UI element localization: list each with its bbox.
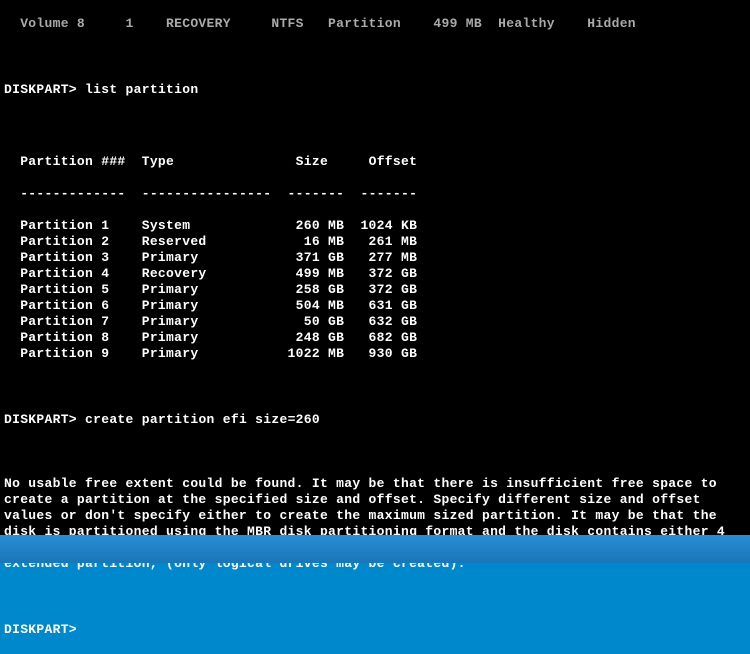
partition-row: Partition 2 Reserved 16 MB 261 MB bbox=[4, 234, 746, 250]
prompt-line-3[interactable]: DISKPART> bbox=[4, 622, 746, 638]
desktop-background bbox=[0, 535, 750, 563]
partition-row: Partition 5 Primary 258 GB 372 GB bbox=[4, 282, 746, 298]
partition-row: Partition 1 System 260 MB 1024 KB bbox=[4, 218, 746, 234]
partition-row: Partition 9 Primary 1022 MB 930 GB bbox=[4, 346, 746, 362]
command-list-partition: list partition bbox=[85, 82, 198, 97]
diskpart-prompt: DISKPART> bbox=[4, 82, 77, 97]
terminal-output: Volume 8 1 RECOVERY NTFS Partition 499 M… bbox=[0, 0, 750, 535]
partition-row: Partition 4 Recovery 499 MB 372 GB bbox=[4, 266, 746, 282]
command-create-partition: create partition efi size=260 bbox=[85, 412, 320, 427]
prompt-line-1: DISKPART> list partition bbox=[4, 82, 746, 98]
diskpart-prompt: DISKPART> bbox=[4, 622, 77, 637]
previous-output-line: Volume 8 1 RECOVERY NTFS Partition 499 M… bbox=[4, 16, 746, 32]
table-header-row: Partition ### Type Size Offset bbox=[4, 154, 746, 170]
partition-row: Partition 6 Primary 504 MB 631 GB bbox=[4, 298, 746, 314]
partition-row: Partition 8 Primary 248 GB 682 GB bbox=[4, 330, 746, 346]
partition-row: Partition 7 Primary 50 GB 632 GB bbox=[4, 314, 746, 330]
diskpart-prompt: DISKPART> bbox=[4, 412, 77, 427]
partition-row: Partition 3 Primary 371 GB 277 MB bbox=[4, 250, 746, 266]
prompt-line-2: DISKPART> create partition efi size=260 bbox=[4, 412, 746, 428]
table-separator-row: ------------- ---------------- ------- -… bbox=[4, 186, 746, 202]
